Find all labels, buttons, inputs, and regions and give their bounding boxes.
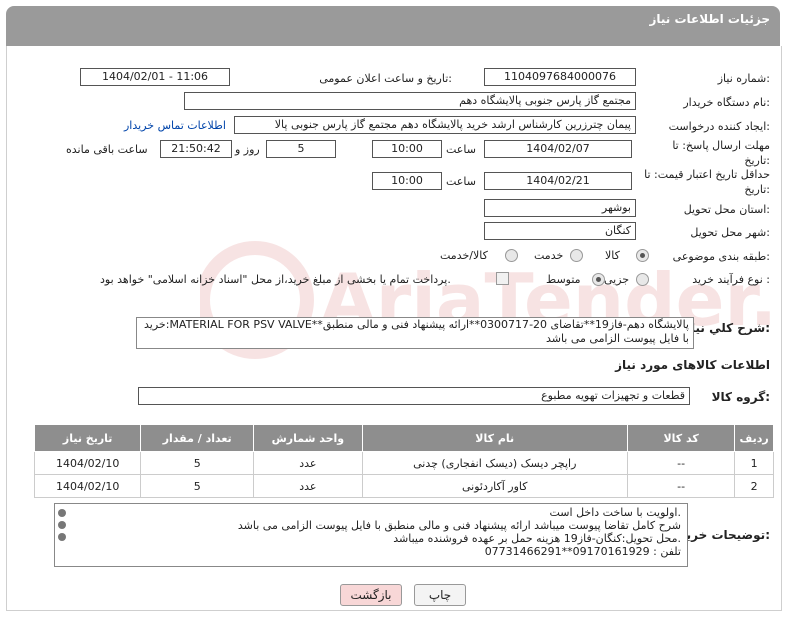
announce-label: تاریخ و ساعت اعلان عمومی:	[319, 72, 452, 85]
cell-quantity: 5	[140, 474, 255, 498]
cell-item-code: --	[626, 451, 736, 475]
back-button[interactable]: بازگشت	[340, 584, 402, 606]
process-medium-label: متوسط	[546, 273, 581, 286]
col-need-date: تاریخ نیاز	[33, 424, 142, 452]
cell-unit: عدد	[253, 474, 363, 498]
table-row[interactable]: 1404/02/10 5 عدد کاور آکاردئونی -- 2	[33, 474, 774, 498]
category-goods-label: کالا	[605, 249, 620, 262]
category-both-label: کالا/خدمت	[440, 249, 488, 262]
buyer-notes-textarea[interactable]: اولویت با ساخت داخل است. شرح کامل تقاضا …	[54, 503, 688, 567]
need-number-field: 1104097684000076	[484, 68, 636, 86]
scroll-dot-icon	[58, 509, 66, 517]
process-medium-radio[interactable]	[592, 273, 605, 286]
validity-time-label: ساعت	[446, 175, 476, 188]
cell-row: 2	[734, 474, 774, 498]
category-label: طبقه بندی موضوعی:	[672, 250, 770, 263]
deadline-time-field: 10:00	[372, 140, 442, 158]
col-item-name: نام کالا	[361, 424, 628, 452]
notes-line: تلفن : 09170161929**07731466291	[484, 545, 681, 558]
process-label: نوع فرآیند خرید :	[692, 273, 770, 286]
announce-datetime-field: 1404/02/01 - 11:06	[80, 68, 230, 86]
buyer-org-label: نام دستگاه خریدار:	[683, 96, 770, 109]
cell-item-code: --	[626, 474, 736, 498]
cell-item-name: راپچر دیسک (دیسک انفجاری) چدنی	[361, 451, 628, 475]
col-row: ردیف	[734, 424, 774, 452]
table-header-row: تاریخ نیاز تعداد / مقدار واحد شمارش نام …	[33, 424, 774, 452]
buyer-org-field: مجتمع گاز پارس جنوبی پالایشگاه دهم	[184, 92, 636, 110]
process-minor-radio[interactable]	[636, 273, 649, 286]
province-label: استان محل تحویل:	[683, 203, 770, 216]
buyer-contact-link[interactable]: اطلاعات تماس خریدار	[124, 119, 226, 132]
need-number-label: شماره نیاز:	[717, 72, 770, 85]
cell-quantity: 5	[140, 451, 255, 475]
city-label: شهر محل تحویل:	[690, 226, 770, 239]
description-textarea[interactable]: خرید:MATERIAL FOR PSV VALVE**پالایشگاه د…	[136, 317, 694, 349]
category-goods-radio[interactable]	[636, 249, 649, 262]
goods-info-title: اطلاعات کالاهای مورد نیاز	[615, 358, 770, 372]
items-table: تاریخ نیاز تعداد / مقدار واحد شمارش نام …	[33, 424, 774, 498]
days-label: روز و	[235, 143, 260, 156]
deadline-label: مهلت ارسال پاسخ: تا تاریخ:	[672, 139, 770, 167]
print-button[interactable]: چاپ	[414, 584, 466, 606]
notes-line: شرح کامل تقاضا پیوست میباشد ارائه پیشنها…	[237, 519, 681, 532]
cell-need-date: 1404/02/10	[33, 451, 142, 475]
remaining-time-label: ساعت باقی مانده	[66, 143, 148, 156]
cell-row: 1	[734, 451, 774, 475]
requester-field: پیمان چترزرین کارشناس ارشد خرید پالایشگا…	[234, 116, 636, 134]
province-field: بوشهر	[484, 199, 636, 217]
col-quantity: تعداد / مقدار	[140, 424, 255, 452]
city-field: کنگان	[484, 222, 636, 240]
validity-label: حداقل تاریخ اعتبار قیمت: تا تاریخ:	[644, 168, 770, 196]
remaining-time-field: 21:50:42	[160, 140, 232, 158]
deadline-date-field: 1404/02/07	[484, 140, 632, 158]
category-service-radio[interactable]	[570, 249, 583, 262]
cell-need-date: 1404/02/10	[33, 474, 142, 498]
goods-group-label: گروه کالا:	[711, 390, 770, 404]
category-both-radio[interactable]	[505, 249, 518, 262]
treasury-payment-note: پرداخت تمام یا بخشی از مبلغ خرید،از محل …	[100, 273, 451, 286]
table-row[interactable]: 1404/02/10 5 عدد راپچر دیسک (دیسک انفجار…	[33, 451, 774, 475]
validity-date-field: 1404/02/21	[484, 172, 632, 190]
description-label: شرح کلي نياز:	[684, 321, 770, 335]
treasury-payment-checkbox[interactable]	[496, 272, 509, 285]
cell-unit: عدد	[253, 451, 363, 475]
notes-line: اولویت با ساخت داخل است.	[549, 506, 682, 519]
validity-time-field: 10:00	[372, 172, 442, 190]
cell-item-name: کاور آکاردئونی	[361, 474, 628, 498]
requester-label: ایجاد کننده درخواست:	[668, 120, 770, 133]
scroll-dot-icon	[58, 521, 66, 529]
goods-group-field: قطعات و تجهیزات تهویه مطبوع	[138, 387, 690, 405]
deadline-time-label: ساعت	[446, 143, 476, 156]
watermark-logo: AriaTender.neT	[200, 241, 780, 359]
notes-scrollbar[interactable]	[56, 505, 68, 559]
col-item-code: کد کالا	[626, 424, 736, 452]
col-unit: واحد شمارش	[253, 424, 363, 452]
days-field: 5	[266, 140, 336, 158]
process-minor-label: جزیی	[604, 273, 630, 286]
page-title: جزئیات اطلاعات نیاز	[649, 12, 770, 26]
scroll-dot-icon	[58, 533, 66, 541]
notes-line: محل تحویل:کنگان-فاز19 هزینه حمل بر عهده …	[393, 532, 681, 545]
category-service-label: خدمت	[534, 249, 564, 262]
